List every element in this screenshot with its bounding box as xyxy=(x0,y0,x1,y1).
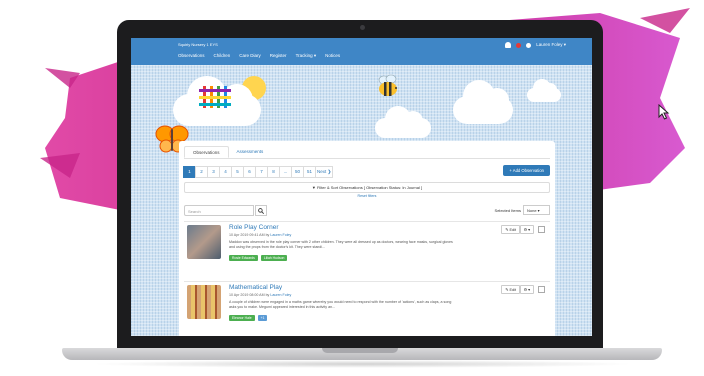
observation-date: 10 Apr 2019 08:00 AM by xyxy=(229,293,270,297)
nav-children[interactable]: Children xyxy=(214,53,231,59)
webcam xyxy=(360,25,365,30)
search-icon xyxy=(258,207,264,214)
child-tag[interactable]: Liliah Hudson xyxy=(260,255,288,261)
laptop-shadow xyxy=(90,360,635,368)
search-input[interactable]: Search xyxy=(184,205,254,216)
nav-observations[interactable]: Observations xyxy=(178,53,205,59)
bell-icon[interactable] xyxy=(505,42,512,48)
observation-item: Role Play Corner 10 Apr 2019 09:41 AM by… xyxy=(184,221,550,280)
observation-author[interactable]: Lauren Foley xyxy=(270,293,291,297)
observation-title[interactable]: Mathematical Play xyxy=(229,284,282,291)
notification-badge xyxy=(516,42,522,48)
child-tag[interactable]: Rosie Edwards xyxy=(229,255,258,261)
top-navbar: Squirly Nursery 1 EYS Observations Child… xyxy=(131,38,592,65)
observation-text: Maddox was observed in the role play cor… xyxy=(229,240,453,249)
nav-care-diary[interactable]: Care Diary xyxy=(239,53,261,59)
brand-name[interactable]: Squirly Nursery 1 EYS xyxy=(178,42,218,47)
user-icon xyxy=(526,42,532,48)
observation-title[interactable]: Role Play Corner xyxy=(229,224,279,231)
observation-thumbnail[interactable] xyxy=(187,225,221,259)
observation-thumbnail[interactable] xyxy=(187,285,221,319)
gear-menu-button[interactable]: ⚙ ▾ xyxy=(519,285,534,294)
cloud-icon xyxy=(375,106,431,138)
main-nav: Observations Children Care Diary Registe… xyxy=(178,53,340,59)
pagination: 1 2 3 4 5 6 7 8 ... 50 51 Next ❯ xyxy=(183,166,334,178)
reset-filters-link[interactable]: Reset filters xyxy=(179,194,555,198)
edit-button[interactable]: ✎ Edit xyxy=(501,285,520,294)
edit-button[interactable]: ✎ Edit xyxy=(501,225,520,234)
gear-menu-button[interactable]: ⚙ ▾ xyxy=(519,225,534,234)
selected-items-label: Selected Items xyxy=(494,208,521,213)
observation-meta: 10 Apr 2019 09:41 AM by Lauren Foley xyxy=(229,233,291,237)
child-tag-more[interactable]: +1 xyxy=(257,315,268,321)
observation-item: Mathematical Play 10 Apr 2019 08:00 AM b… xyxy=(184,281,550,336)
observation-text: A couple of children were engaged in a m… xyxy=(229,300,452,309)
child-tags: Rosie Edwards Liliah Hudson xyxy=(229,255,288,261)
tab-assessments[interactable]: Assessments xyxy=(229,146,272,158)
search-button[interactable] xyxy=(255,205,267,216)
nav-tracking[interactable]: Tracking ▾ xyxy=(296,53,317,59)
child-tags: Eleanor Hale +1 xyxy=(229,315,268,321)
add-observation-button[interactable]: + Add Observation xyxy=(503,165,550,176)
page-next[interactable]: Next ❯ xyxy=(315,166,334,178)
observation-date: 10 Apr 2019 09:41 AM by xyxy=(229,233,270,237)
panel-tabs: Observations Assessments xyxy=(184,146,550,159)
mouse-cursor-icon xyxy=(658,104,670,120)
woven-logo-icon xyxy=(199,86,231,108)
child-tag[interactable]: Eleanor Hale xyxy=(229,315,255,321)
nav-register[interactable]: Register xyxy=(270,53,287,59)
select-checkbox[interactable] xyxy=(538,226,545,233)
user-menu[interactable]: Lauren Foley ▾ xyxy=(536,42,566,48)
selected-items-dropdown[interactable]: None ▾ xyxy=(523,205,550,215)
nav-notices[interactable]: Notices xyxy=(325,53,340,59)
tab-observations[interactable]: Observations xyxy=(184,146,229,158)
nav-right: Lauren Foley ▾ xyxy=(505,42,566,48)
filter-sort-bar[interactable]: ▼ Filter & Sort Observations [ Observati… xyxy=(184,182,550,193)
cloud-icon xyxy=(453,80,513,124)
observation-author[interactable]: Lauren Foley xyxy=(270,233,291,237)
bee-icon xyxy=(378,74,397,96)
observations-panel: Observations Assessments 1 2 3 4 5 6 7 8… xyxy=(179,141,555,336)
laptop-notch xyxy=(322,348,398,353)
select-checkbox[interactable] xyxy=(538,286,545,293)
laptop-screen: Squirly Nursery 1 EYS Observations Child… xyxy=(131,38,592,336)
cloud-icon xyxy=(527,79,561,102)
observation-meta: 10 Apr 2019 08:00 AM by Lauren Foley xyxy=(229,293,291,297)
